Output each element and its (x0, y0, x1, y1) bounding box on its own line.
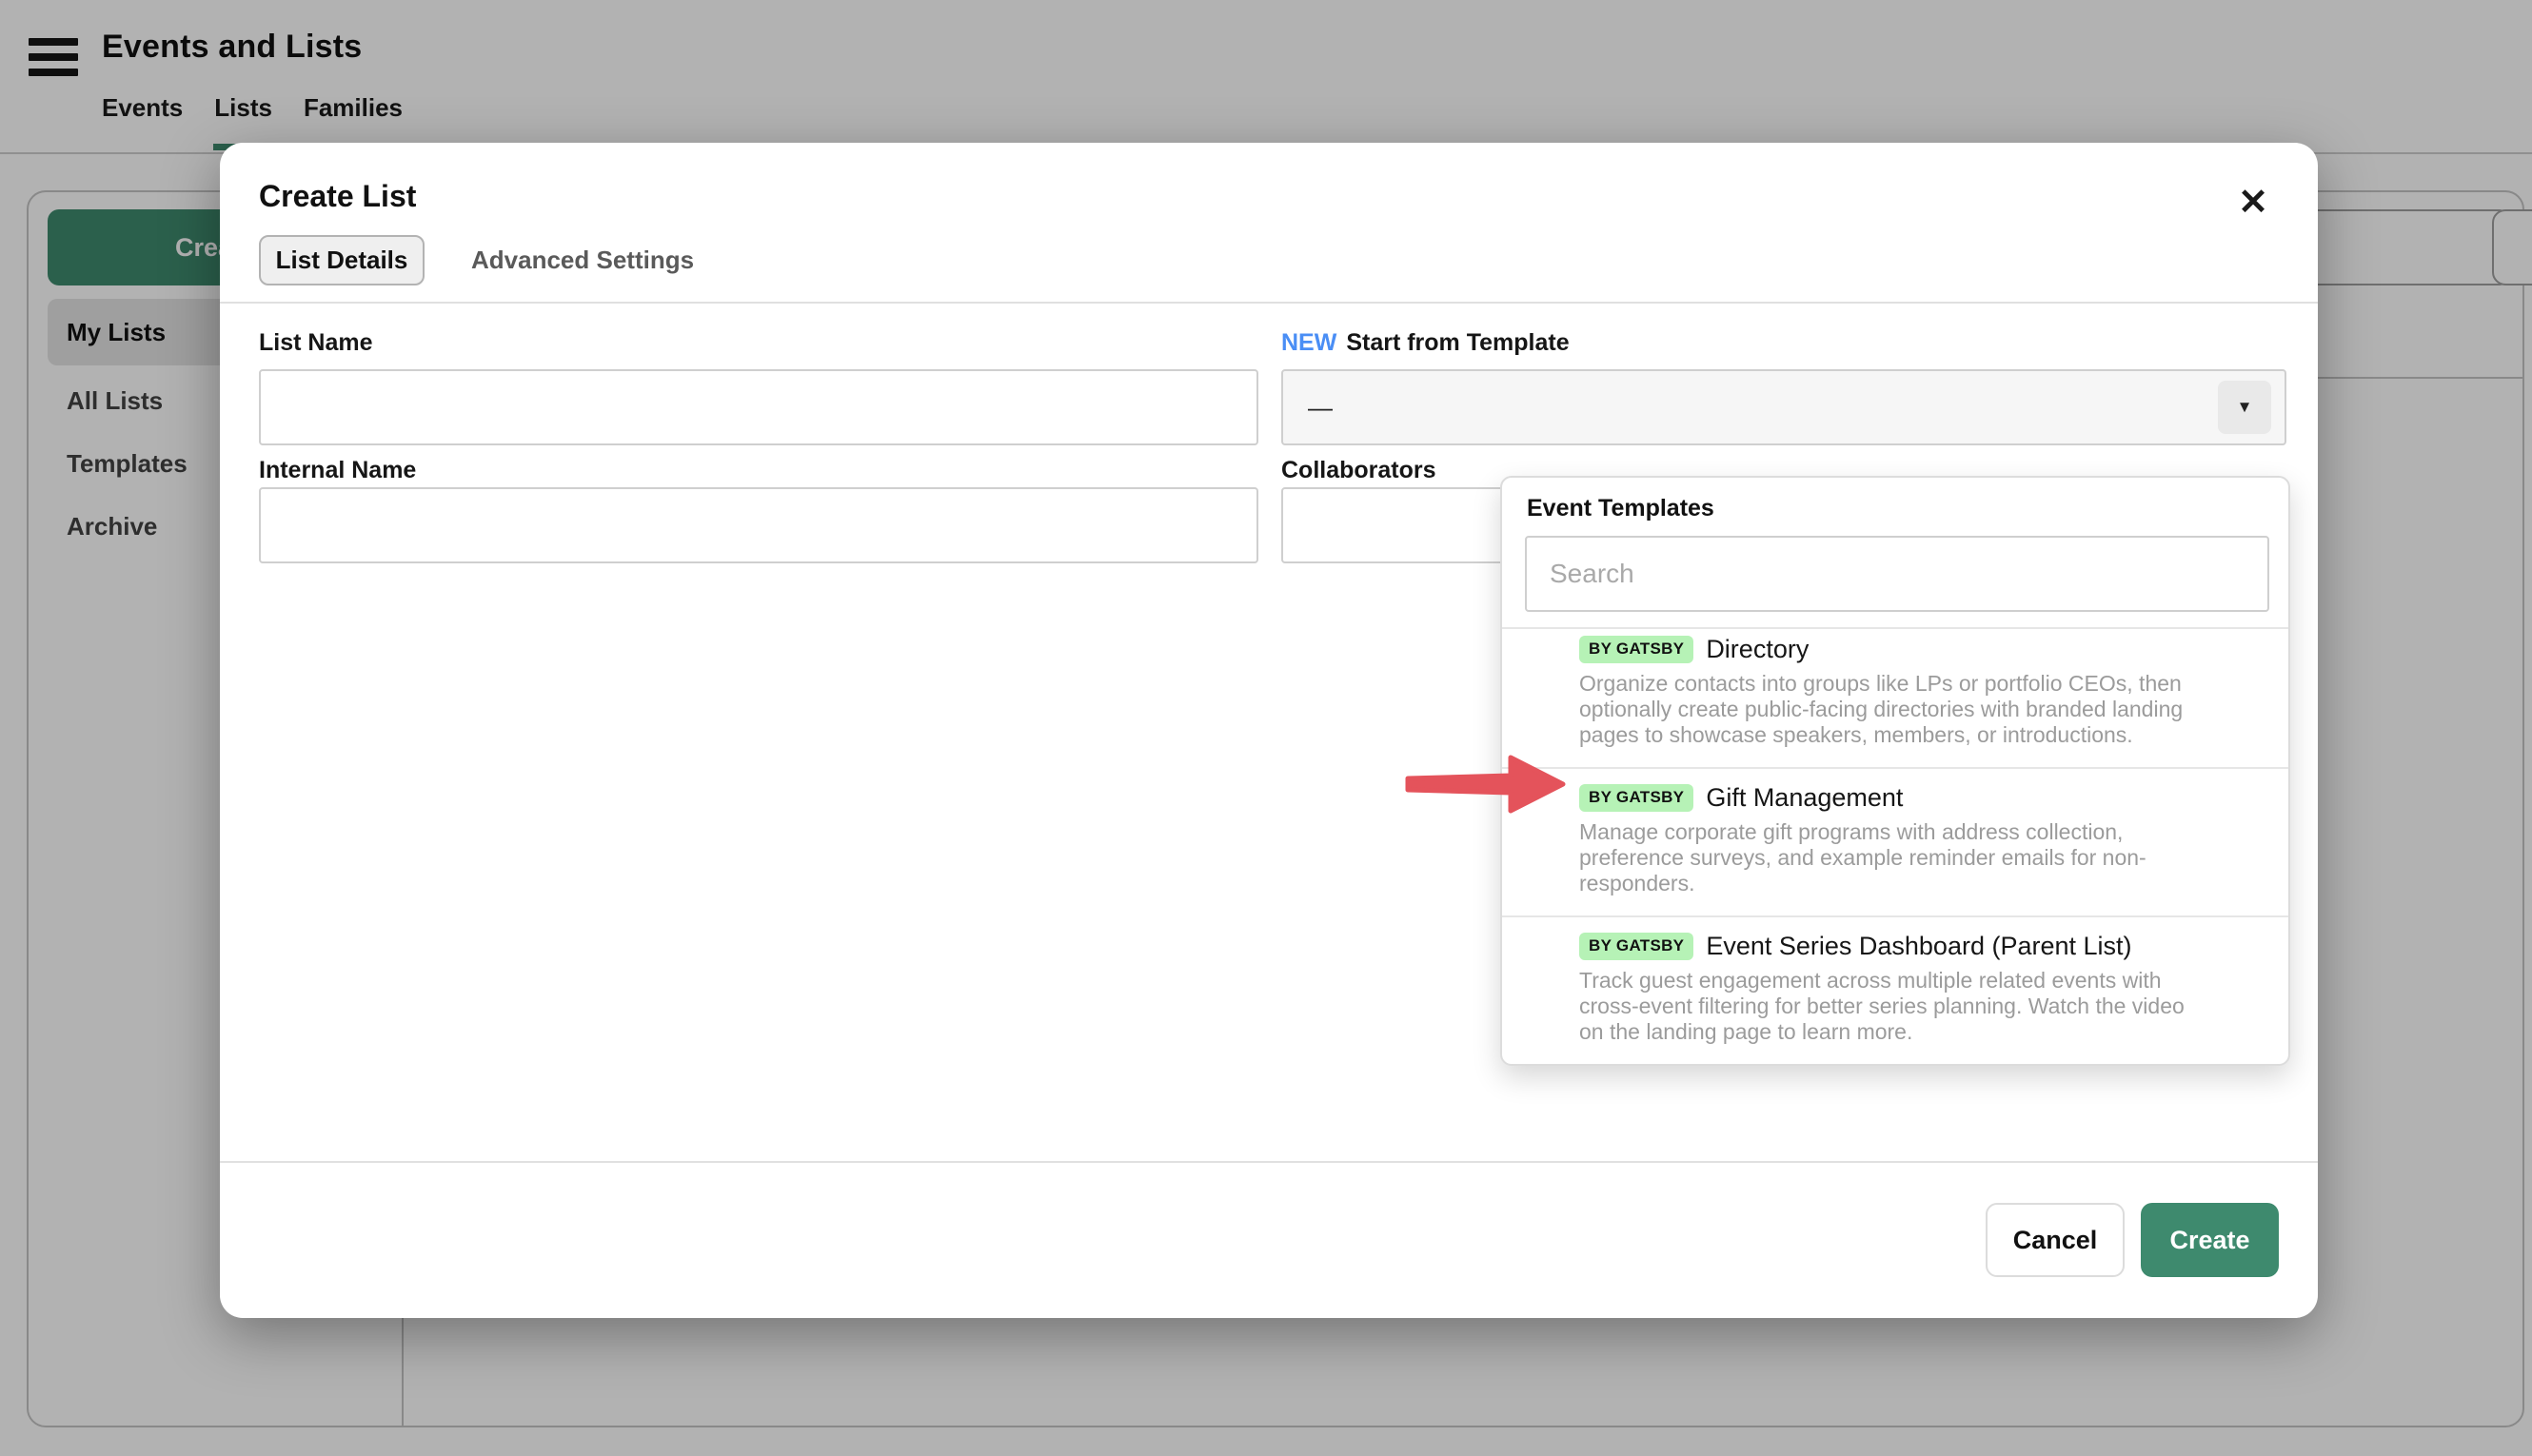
template-title: Gift Management (1706, 783, 1903, 813)
list-name-input[interactable] (259, 369, 1258, 445)
template-item-header: BY GATSBY Event Series Dashboard (Parent… (1579, 932, 2250, 961)
new-badge: NEW (1281, 329, 1336, 356)
internal-name-input[interactable] (259, 487, 1258, 563)
close-icon[interactable]: ✕ (2223, 175, 2284, 228)
template-title: Directory (1706, 635, 1809, 664)
by-gatsby-badge: BY GATSBY (1579, 933, 1693, 960)
template-item-gift-management[interactable]: BY GATSBY Gift Management Manage corpora… (1502, 769, 2288, 917)
modal-title: Create List (259, 179, 416, 214)
create-list-modal: Create List ✕ List Details Advanced Sett… (220, 143, 2318, 1318)
modal-footer-divider (220, 1161, 2318, 1163)
screen: Events and Lists Events Lists Families C… (0, 0, 2532, 1456)
cancel-button[interactable]: Cancel (1986, 1203, 2125, 1277)
template-list: BY GATSBY Directory Organize contacts in… (1502, 627, 2288, 1064)
template-selected-value: — (1308, 393, 1333, 423)
tab-list-details[interactable]: List Details (259, 235, 425, 285)
create-button[interactable]: Create (2141, 1203, 2279, 1277)
template-search-input[interactable] (1525, 536, 2269, 612)
annotation-arrow-icon (1404, 754, 1568, 815)
internal-name-label: Internal Name (259, 457, 416, 484)
event-templates-popup: Event Templates BY GATSBY Directory Orga… (1500, 476, 2290, 1066)
template-item-directory[interactable]: BY GATSBY Directory Organize contacts in… (1502, 629, 2288, 769)
template-description: Manage corporate gift programs with addr… (1579, 819, 2250, 896)
popup-title: Event Templates (1527, 495, 2288, 522)
collaborators-label: Collaborators (1281, 457, 1436, 484)
template-description: Organize contacts into groups like LPs o… (1579, 671, 2250, 748)
template-item-header: BY GATSBY Gift Management (1579, 783, 2250, 813)
list-name-label: List Name (259, 329, 372, 357)
by-gatsby-badge: BY GATSBY (1579, 636, 1693, 663)
start-from-template-label: NEWStart from Template (1281, 329, 1570, 357)
template-title: Event Series Dashboard (Parent List) (1706, 932, 2131, 961)
template-item-header: BY GATSBY Directory (1579, 635, 2250, 664)
tab-advanced-settings[interactable]: Advanced Settings (471, 235, 694, 285)
template-description: Track guest engagement across multiple r… (1579, 968, 2250, 1045)
modal-header-divider (220, 302, 2318, 304)
template-select[interactable]: — ▼ (1281, 369, 2286, 445)
by-gatsby-badge: BY GATSBY (1579, 784, 1693, 812)
template-item-event-series-dashboard[interactable]: BY GATSBY Event Series Dashboard (Parent… (1502, 917, 2288, 1064)
chevron-down-icon[interactable]: ▼ (2218, 381, 2271, 434)
